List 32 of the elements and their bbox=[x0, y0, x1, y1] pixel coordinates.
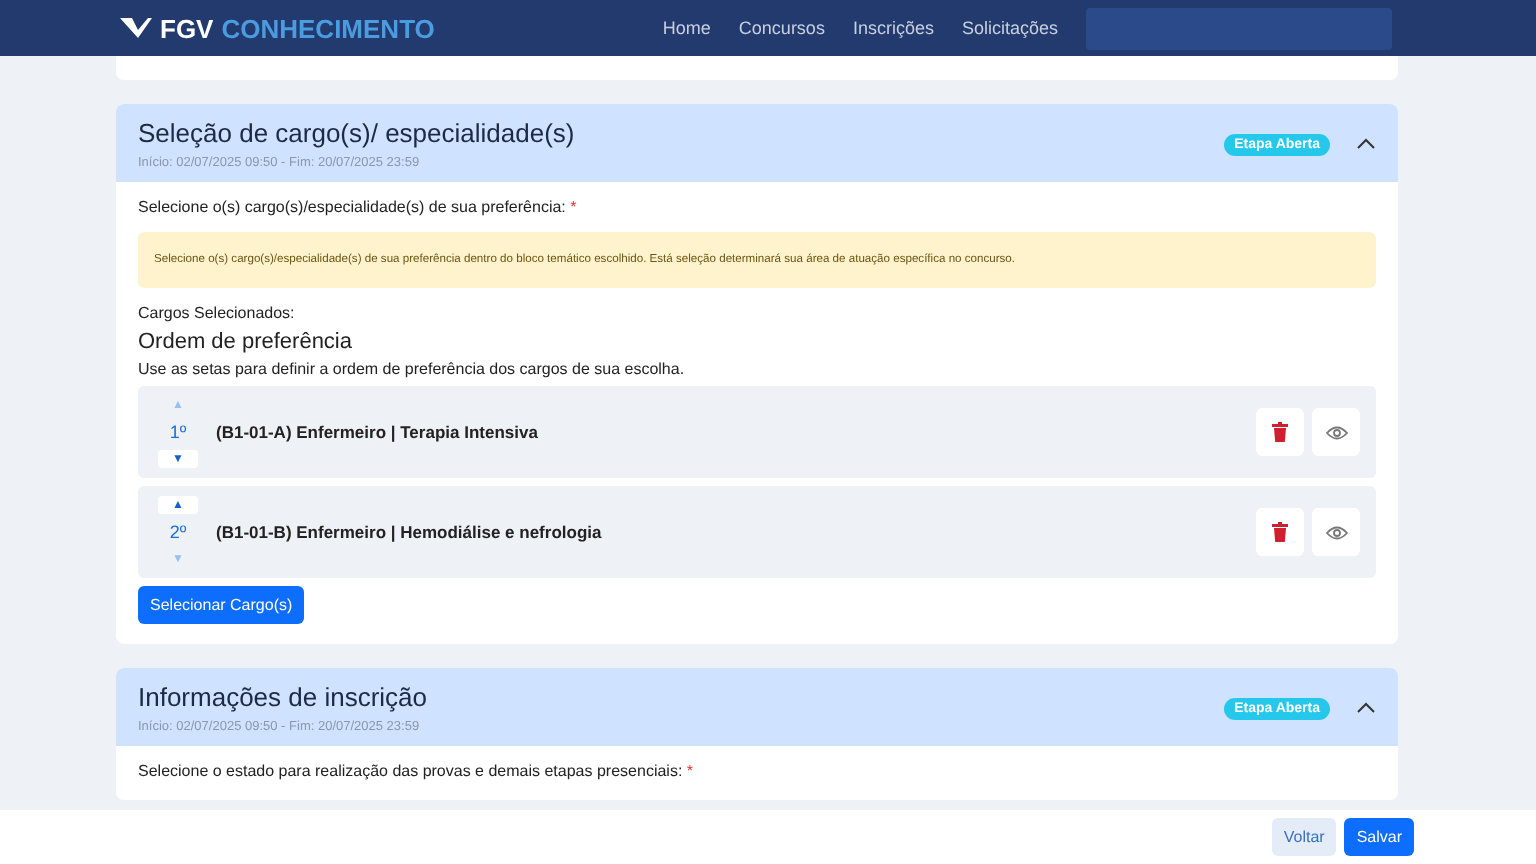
back-button[interactable]: Voltar bbox=[1271, 818, 1337, 856]
delete-button[interactable] bbox=[1256, 508, 1304, 556]
view-button[interactable] bbox=[1312, 508, 1360, 556]
trash-icon bbox=[1272, 522, 1288, 542]
logo-icon bbox=[120, 18, 152, 38]
chevron-up-icon[interactable] bbox=[1356, 138, 1376, 150]
nav-link[interactable]: Home bbox=[662, 18, 711, 38]
search-field[interactable] bbox=[1086, 7, 1392, 49]
eye-icon bbox=[1325, 425, 1347, 439]
selected-label: Cargos Selecionados: bbox=[138, 304, 297, 322]
trash-icon bbox=[1272, 422, 1288, 442]
item-name: (B1-01-B) Enfermeiro | Hemodiálise e nefrologia bbox=[216, 522, 602, 542]
logo-text: CONHECIMENTO bbox=[221, 13, 435, 43]
chevron-up-icon[interactable] bbox=[1356, 702, 1376, 714]
rank-number: 2º bbox=[169, 522, 187, 542]
rank-number: 1º bbox=[169, 422, 187, 442]
nav-link[interactable]: Inscrições bbox=[852, 18, 934, 38]
order-title: Ordem de preferência bbox=[138, 330, 354, 354]
logo-text: FGV bbox=[160, 13, 214, 43]
item-name: (B1-01-A) Enfermeiro | Terapia Intensiva bbox=[216, 422, 538, 442]
order-hint: Use as setas para definir a ordem de preferência dos cargos de sua escolha. bbox=[138, 360, 687, 378]
field-label: Selecione o estado para realização das provas e demais etapas presenciais: * bbox=[138, 762, 696, 780]
section-title: Seleção de cargo(s)/ especialidade(s) bbox=[138, 118, 575, 148]
select-button[interactable]: Selecionar Cargo(s) bbox=[138, 586, 305, 624]
field-label: Selecione o(s) cargo(s)/especialidade(s) de sua preferência: * bbox=[138, 198, 579, 216]
section-title: Informações de inscrição bbox=[138, 682, 428, 712]
eye-icon bbox=[1325, 525, 1347, 539]
nav-link[interactable]: Solicitações bbox=[961, 18, 1058, 38]
delete-button[interactable] bbox=[1256, 408, 1304, 456]
nav-link[interactable]: Concursos bbox=[738, 18, 825, 38]
view-button[interactable] bbox=[1312, 408, 1360, 456]
save-button[interactable]: Salvar bbox=[1344, 818, 1414, 856]
